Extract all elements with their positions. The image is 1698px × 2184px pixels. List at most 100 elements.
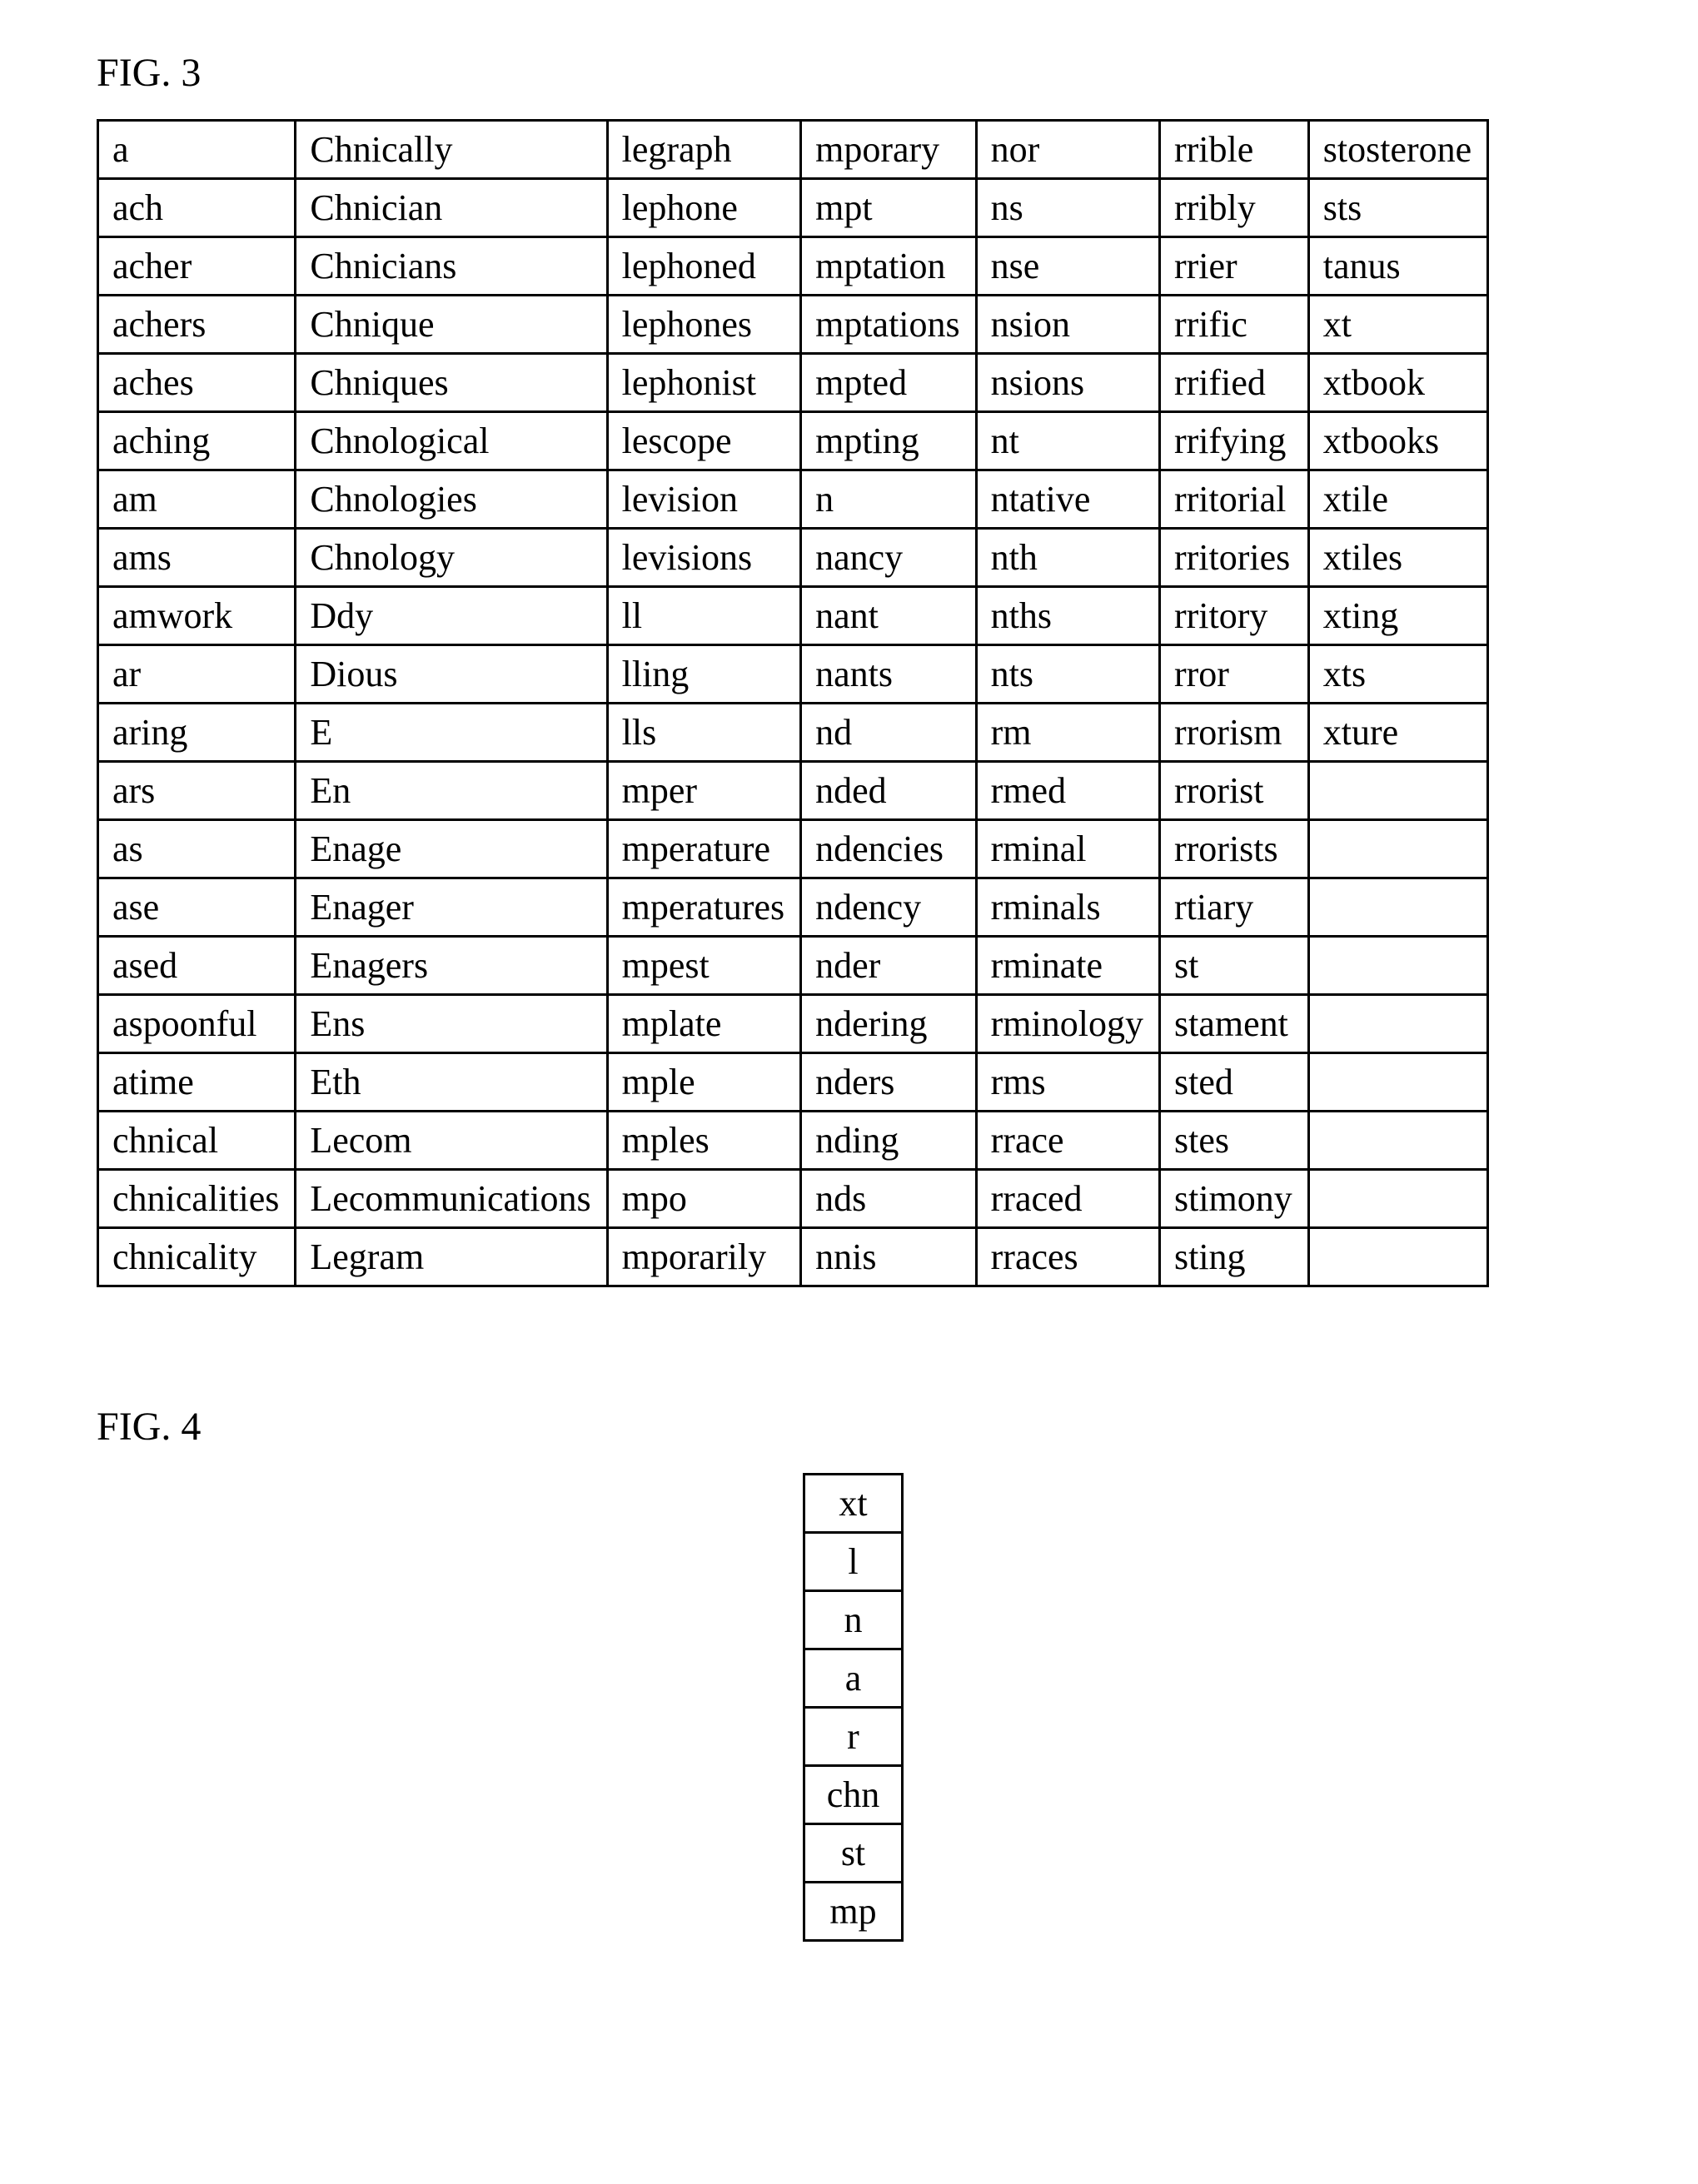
table-cell: nded bbox=[801, 762, 977, 820]
table-cell: rraces bbox=[976, 1228, 1159, 1286]
table-cell: lling bbox=[607, 645, 800, 704]
fig3-label: FIG. 3 bbox=[97, 50, 1615, 96]
table-cell: a bbox=[804, 1649, 903, 1708]
table-cell: mpest bbox=[607, 937, 800, 995]
table-cell bbox=[1308, 878, 1487, 937]
table-cell: Ens bbox=[296, 995, 607, 1053]
table-cell: Ddy bbox=[296, 587, 607, 645]
table-cell: chnicality bbox=[98, 1228, 296, 1286]
table-cell: rrific bbox=[1159, 296, 1308, 354]
table-cell: st bbox=[1159, 937, 1308, 995]
table-cell: ased bbox=[98, 937, 296, 995]
table-cell: nsions bbox=[976, 354, 1159, 412]
table-cell: nder bbox=[801, 937, 977, 995]
fig3-table-wrap: aChnicallylegraphmporarynorrriblestoster… bbox=[97, 119, 1615, 1287]
table-cell: mp bbox=[804, 1883, 903, 1941]
table-cell: nnis bbox=[801, 1228, 977, 1286]
page: FIG. 3 aChnicallylegraphmporarynorrrible… bbox=[0, 0, 1698, 2042]
table-cell: rms bbox=[976, 1053, 1159, 1112]
table-cell: levision bbox=[607, 470, 800, 529]
table-cell: lls bbox=[607, 704, 800, 762]
table-row: r bbox=[804, 1708, 903, 1766]
table-cell: mpo bbox=[607, 1170, 800, 1228]
table-cell: rribly bbox=[1159, 179, 1308, 237]
table-cell: mplate bbox=[607, 995, 800, 1053]
table-cell: achers bbox=[98, 296, 296, 354]
table-cell: mple bbox=[607, 1053, 800, 1112]
table-cell: rminate bbox=[976, 937, 1159, 995]
table-cell: rrified bbox=[1159, 354, 1308, 412]
table-cell: xtiles bbox=[1308, 529, 1487, 587]
table-row: arsEnmperndedrmedrrorist bbox=[98, 762, 1488, 820]
table-cell: rritorial bbox=[1159, 470, 1308, 529]
table-cell: nd bbox=[801, 704, 977, 762]
table-cell: aspoonful bbox=[98, 995, 296, 1053]
table-cell: Enagers bbox=[296, 937, 607, 995]
table-cell: ars bbox=[98, 762, 296, 820]
table-cell: chnical bbox=[98, 1112, 296, 1170]
table-row: atimeEthmplendersrmssted bbox=[98, 1053, 1488, 1112]
table-cell: ndering bbox=[801, 995, 977, 1053]
table-cell: Chnically bbox=[296, 121, 607, 179]
table-cell: Enage bbox=[296, 820, 607, 878]
table-row: aChnicallylegraphmporarynorrriblestoster… bbox=[98, 121, 1488, 179]
table-cell bbox=[1308, 820, 1487, 878]
table-cell: mpting bbox=[801, 412, 977, 470]
table-cell: Chnique bbox=[296, 296, 607, 354]
table-cell: nor bbox=[976, 121, 1159, 179]
table-cell: lephone bbox=[607, 179, 800, 237]
fig4-label: FIG. 4 bbox=[97, 1404, 1615, 1450]
table-cell: chn bbox=[804, 1766, 903, 1824]
table-cell: lescope bbox=[607, 412, 800, 470]
table-cell bbox=[1308, 1112, 1487, 1170]
table-cell: mpt bbox=[801, 179, 977, 237]
table-row: aspoonfulEnsmplatenderingrminologystamen… bbox=[98, 995, 1488, 1053]
table-row: st bbox=[804, 1824, 903, 1883]
table-cell: nants bbox=[801, 645, 977, 704]
table-row: l bbox=[804, 1533, 903, 1591]
table-cell: tanus bbox=[1308, 237, 1487, 296]
table-cell: sts bbox=[1308, 179, 1487, 237]
table-cell: xt bbox=[1308, 296, 1487, 354]
table-cell: rrorist bbox=[1159, 762, 1308, 820]
table-cell: rraced bbox=[976, 1170, 1159, 1228]
table-cell: rrorists bbox=[1159, 820, 1308, 878]
table-row: achesChniqueslephonistmptednsionsrrified… bbox=[98, 354, 1488, 412]
table-row: asedEnagersmpestnderrminatest bbox=[98, 937, 1488, 995]
table-cell: aring bbox=[98, 704, 296, 762]
fig4-table-wrap: xtlnarchnstmp bbox=[92, 1473, 1615, 1942]
table-cell: nsion bbox=[976, 296, 1159, 354]
table-cell: rrible bbox=[1159, 121, 1308, 179]
table-cell: stament bbox=[1159, 995, 1308, 1053]
table-cell: aches bbox=[98, 354, 296, 412]
table-cell: nth bbox=[976, 529, 1159, 587]
table-cell: stosterone bbox=[1308, 121, 1487, 179]
table-cell: xtbooks bbox=[1308, 412, 1487, 470]
table-cell: Dious bbox=[296, 645, 607, 704]
table-row: amsChnologylevisionsnancynthrritoriesxti… bbox=[98, 529, 1488, 587]
table-cell: am bbox=[98, 470, 296, 529]
table-row: acherChnicianslephonedmptationnserrierta… bbox=[98, 237, 1488, 296]
table-cell: mpted bbox=[801, 354, 977, 412]
table-cell: rm bbox=[976, 704, 1159, 762]
table-cell: n bbox=[804, 1591, 903, 1649]
table-cell bbox=[1308, 1170, 1487, 1228]
table-cell: Chnicians bbox=[296, 237, 607, 296]
table-cell: rminals bbox=[976, 878, 1159, 937]
table-cell: xtbook bbox=[1308, 354, 1487, 412]
table-cell: sting bbox=[1159, 1228, 1308, 1286]
table-cell: legraph bbox=[607, 121, 800, 179]
table-cell: chnicalities bbox=[98, 1170, 296, 1228]
table-cell bbox=[1308, 995, 1487, 1053]
table-cell: rritories bbox=[1159, 529, 1308, 587]
table-cell: Lecom bbox=[296, 1112, 607, 1170]
table-cell: rritory bbox=[1159, 587, 1308, 645]
table-cell: st bbox=[804, 1824, 903, 1883]
table-cell: mporarily bbox=[607, 1228, 800, 1286]
table-cell: ach bbox=[98, 179, 296, 237]
table-cell: aching bbox=[98, 412, 296, 470]
table-cell: Enager bbox=[296, 878, 607, 937]
table-cell: mptations bbox=[801, 296, 977, 354]
table-row: aseEnagermperaturesndencyrminalsrtiary bbox=[98, 878, 1488, 937]
table-row: chn bbox=[804, 1766, 903, 1824]
